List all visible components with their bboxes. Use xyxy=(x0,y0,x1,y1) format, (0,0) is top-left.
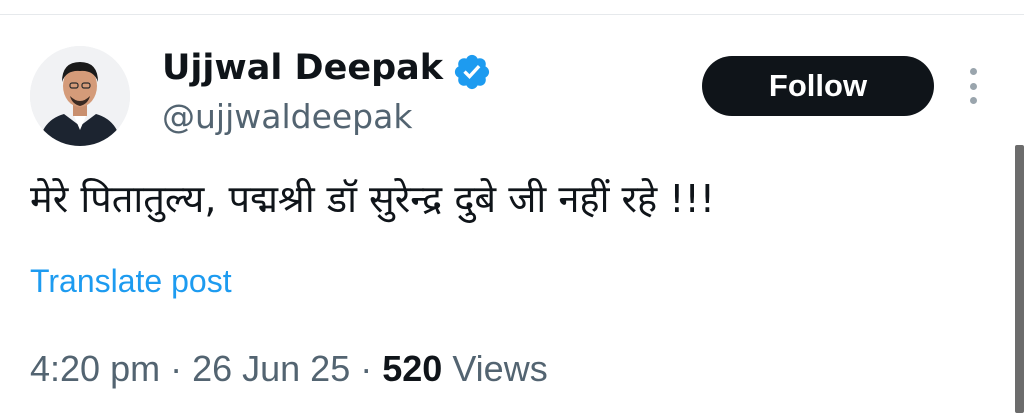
more-dot xyxy=(969,82,977,90)
meta-separator: · xyxy=(350,348,383,389)
scrollbar[interactable] xyxy=(1015,145,1024,413)
views-count[interactable]: 520 xyxy=(382,348,442,389)
tweet-meta: 4:20 pm · 26 Jun 25 · 520 Views xyxy=(30,345,548,393)
more-dot xyxy=(969,68,977,75)
views-label: Views xyxy=(452,348,548,389)
translate-post-link[interactable]: Translate post xyxy=(30,259,232,303)
top-divider xyxy=(0,14,1024,15)
tweet-text: मेरे पितातुल्य, पद्मश्री डॉ सुरेन्द्र दु… xyxy=(30,177,716,221)
more-dot xyxy=(969,97,977,104)
tweet-date[interactable]: 26 Jun 25 xyxy=(192,348,350,389)
author-display-name[interactable]: Ujjwal Deepak xyxy=(162,44,443,92)
verified-badge-icon xyxy=(454,54,490,90)
more-vertical-icon[interactable] xyxy=(964,68,982,104)
tweet-time[interactable]: 4:20 pm xyxy=(30,348,160,389)
avatar-image xyxy=(30,46,130,146)
author-handle[interactable]: @ujjwaldeepak xyxy=(162,94,412,140)
follow-button[interactable]: Follow xyxy=(702,56,934,116)
meta-separator: · xyxy=(160,348,193,389)
author-avatar[interactable] xyxy=(30,46,130,146)
